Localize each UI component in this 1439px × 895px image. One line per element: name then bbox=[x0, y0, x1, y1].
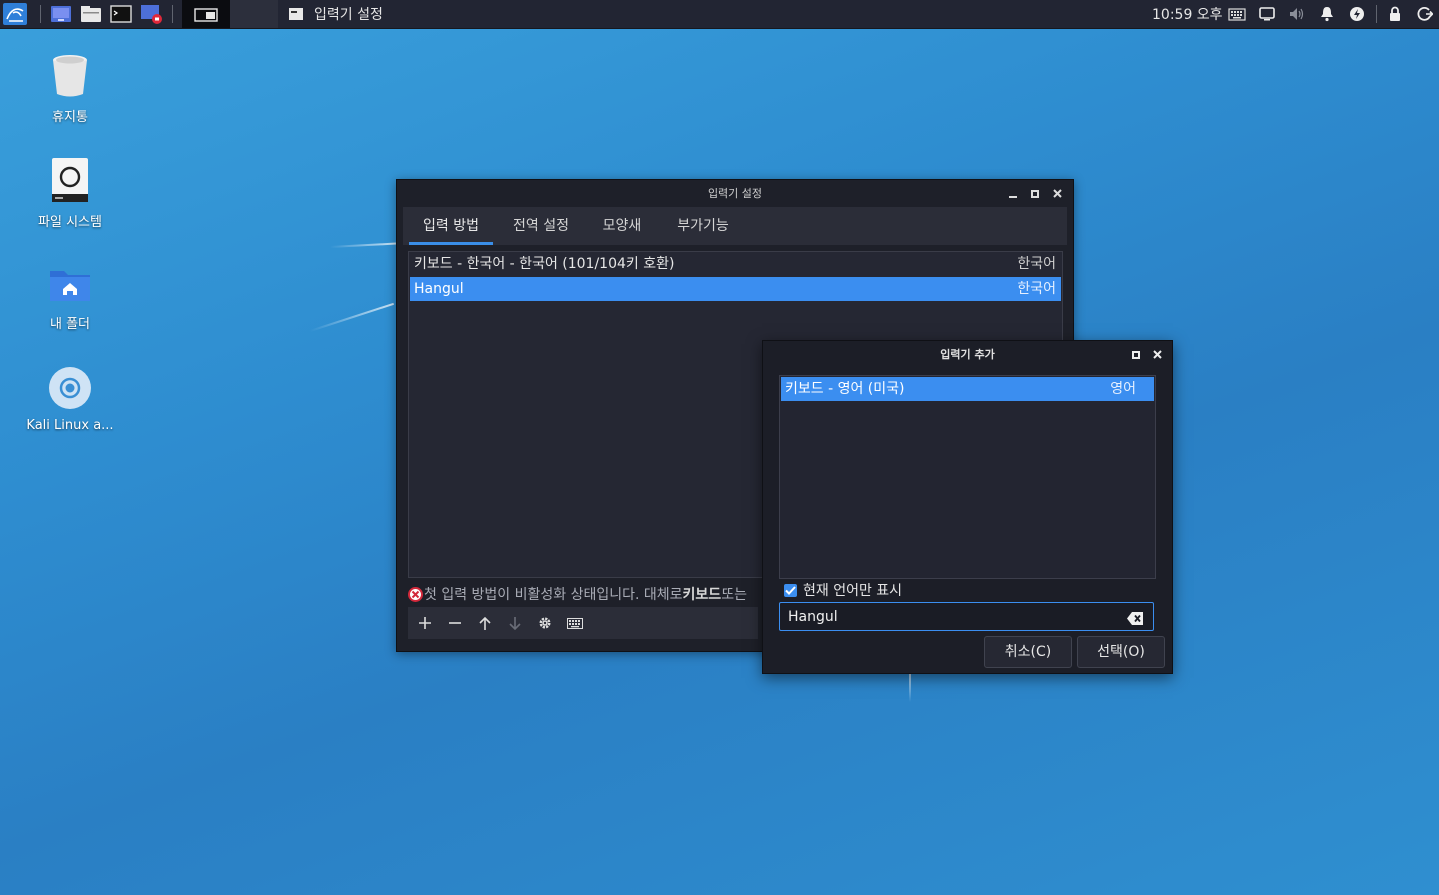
display-icon[interactable] bbox=[1258, 5, 1276, 23]
backspace-clear-icon bbox=[1127, 612, 1143, 625]
error-icon bbox=[408, 586, 423, 602]
move-down-button[interactable] bbox=[502, 610, 528, 636]
tab-input-method[interactable]: 입력 방법 bbox=[409, 207, 493, 245]
top-panel: 입력기 설정 10:59 오후 bbox=[0, 0, 1439, 29]
keyboard-layout-button[interactable] bbox=[562, 610, 588, 636]
active-tab-indicator bbox=[409, 242, 493, 245]
add-button[interactable] bbox=[412, 610, 438, 636]
trash-icon bbox=[53, 55, 87, 97]
panel-separator bbox=[1376, 5, 1377, 23]
minimize-icon bbox=[1009, 195, 1017, 198]
configure-button[interactable] bbox=[532, 610, 558, 636]
maximize-icon bbox=[1132, 350, 1140, 359]
tab-global-settings[interactable]: 전역 설정 bbox=[499, 207, 583, 245]
maximize-button[interactable] bbox=[1126, 341, 1146, 368]
close-icon bbox=[1152, 350, 1162, 359]
desktop-item-label: Kali Linux a... bbox=[26, 418, 114, 433]
add-input-method-dialog: 입력기 추가 키보드 - 영어 (미국) 영어 현재 언어만 표시 취소(C) … bbox=[762, 340, 1173, 674]
close-button[interactable] bbox=[1047, 180, 1067, 207]
cancel-button[interactable]: 취소(C) bbox=[984, 636, 1072, 668]
window-title: 입력기 설정 bbox=[707, 187, 763, 200]
list-item-name: Hangul bbox=[414, 281, 464, 297]
desktop-item-label: 내 폴더 bbox=[49, 317, 90, 332]
list-item-selected[interactable]: Hangul 한국어 bbox=[410, 277, 1061, 301]
lock-icon[interactable] bbox=[1386, 5, 1404, 23]
desktop-item-filesystem[interactable]: 파일 시스템 bbox=[15, 157, 125, 230]
dialog-titlebar[interactable]: 입력기 추가 bbox=[763, 341, 1172, 368]
drive-icon bbox=[52, 158, 88, 202]
terminal-icon[interactable] bbox=[110, 3, 132, 25]
warning-message: 첫 입력 방법이 비활성화 상태입니다. 대체로 키보드 또는 bbox=[408, 584, 768, 604]
move-down-icon bbox=[509, 616, 521, 630]
keyboard-layout-icon bbox=[567, 617, 583, 629]
logout-icon[interactable] bbox=[1416, 5, 1434, 23]
desktop-icon[interactable] bbox=[50, 3, 72, 25]
list-item-language: 영어 bbox=[1110, 381, 1136, 397]
window-app-icon bbox=[289, 8, 303, 20]
list-item-name: 키보드 - 한국어 - 한국어 (101/104키 호환) bbox=[414, 256, 675, 272]
warning-bold-text: 키보드 bbox=[682, 587, 722, 603]
notification-icon[interactable] bbox=[1318, 5, 1336, 23]
tab-label: 전역 설정 bbox=[513, 218, 569, 234]
clock[interactable]: 10:59 오후 bbox=[1152, 4, 1223, 24]
close-icon bbox=[1052, 189, 1062, 198]
panel-separator bbox=[40, 5, 41, 23]
tab-label: 부가기능 bbox=[677, 218, 729, 234]
list-item-language: 한국어 bbox=[1017, 281, 1056, 297]
remove-icon bbox=[449, 622, 461, 624]
maximize-icon bbox=[1031, 189, 1039, 198]
wallpaper-streak bbox=[329, 242, 396, 248]
dialog-title: 입력기 추가 bbox=[940, 348, 995, 361]
home-folder-icon bbox=[50, 271, 90, 301]
desktop-item-home[interactable]: 내 폴더 bbox=[15, 265, 125, 332]
remove-button[interactable] bbox=[442, 610, 468, 636]
list-item-name: 키보드 - 영어 (미국) bbox=[785, 381, 905, 397]
checkbox-label: 현재 언어만 표시 bbox=[803, 583, 903, 599]
clear-search-button[interactable] bbox=[1127, 610, 1143, 625]
desktop-item-disc[interactable]: Kali Linux a... bbox=[15, 366, 125, 433]
list-toolbar bbox=[408, 607, 758, 639]
move-up-button[interactable] bbox=[472, 610, 498, 636]
desktop-item-label: 파일 시스템 bbox=[38, 215, 102, 230]
power-icon[interactable] bbox=[1348, 5, 1366, 23]
taskbar-window-title: 입력기 설정 bbox=[314, 7, 383, 23]
keyboard-icon[interactable] bbox=[1228, 5, 1246, 23]
kali-menu-icon[interactable] bbox=[2, 2, 28, 26]
screen-recorder-icon[interactable] bbox=[140, 3, 164, 25]
volume-icon[interactable] bbox=[1288, 5, 1306, 23]
tab-label: 입력 방법 bbox=[423, 218, 479, 234]
workspace-2[interactable] bbox=[230, 0, 278, 28]
wallpaper-streak bbox=[909, 672, 911, 702]
list-item-language: 한국어 bbox=[1017, 256, 1056, 272]
available-input-method-list[interactable]: 키보드 - 영어 (미국) 영어 bbox=[779, 375, 1156, 579]
maximize-button[interactable] bbox=[1025, 180, 1045, 207]
warning-text: 첫 입력 방법이 비활성화 상태입니다. 대체로 bbox=[424, 587, 683, 603]
search-field[interactable] bbox=[779, 602, 1154, 631]
move-up-icon bbox=[479, 616, 491, 630]
list-item[interactable]: 키보드 - 한국어 - 한국어 (101/104키 호환) 한국어 bbox=[410, 252, 1061, 276]
settings-tabs: 입력 방법 전역 설정 모양새 부가기능 bbox=[403, 207, 1067, 245]
panel-separator bbox=[172, 5, 173, 23]
select-button[interactable]: 선택(O) bbox=[1077, 636, 1165, 668]
tab-label: 모양새 bbox=[602, 218, 642, 234]
file-manager-icon[interactable] bbox=[80, 3, 102, 25]
tab-appearance[interactable]: 모양새 bbox=[589, 207, 655, 245]
close-button[interactable] bbox=[1147, 341, 1167, 368]
wallpaper-streak bbox=[309, 302, 395, 332]
taskbar-window-button[interactable]: 입력기 설정 bbox=[288, 0, 383, 28]
desktop-item-trash[interactable]: 휴지통 bbox=[15, 52, 125, 125]
minimize-button[interactable] bbox=[1003, 180, 1023, 207]
workspace-1[interactable] bbox=[182, 0, 230, 28]
show-current-language-only-checkbox[interactable]: 현재 언어만 표시 bbox=[784, 581, 902, 599]
search-input[interactable] bbox=[788, 603, 1108, 630]
window-titlebar[interactable]: 입력기 설정 bbox=[397, 180, 1073, 207]
desktop-item-label: 휴지통 bbox=[52, 110, 88, 125]
checkbox-checked-icon bbox=[784, 583, 797, 597]
configure-icon bbox=[539, 617, 551, 629]
warning-text-suffix: 또는 bbox=[721, 587, 747, 603]
tab-addons[interactable]: 부가기능 bbox=[665, 207, 741, 245]
add-icon bbox=[419, 617, 431, 629]
disc-icon bbox=[49, 367, 91, 409]
list-item-selected[interactable]: 키보드 - 영어 (미국) 영어 bbox=[781, 377, 1154, 401]
